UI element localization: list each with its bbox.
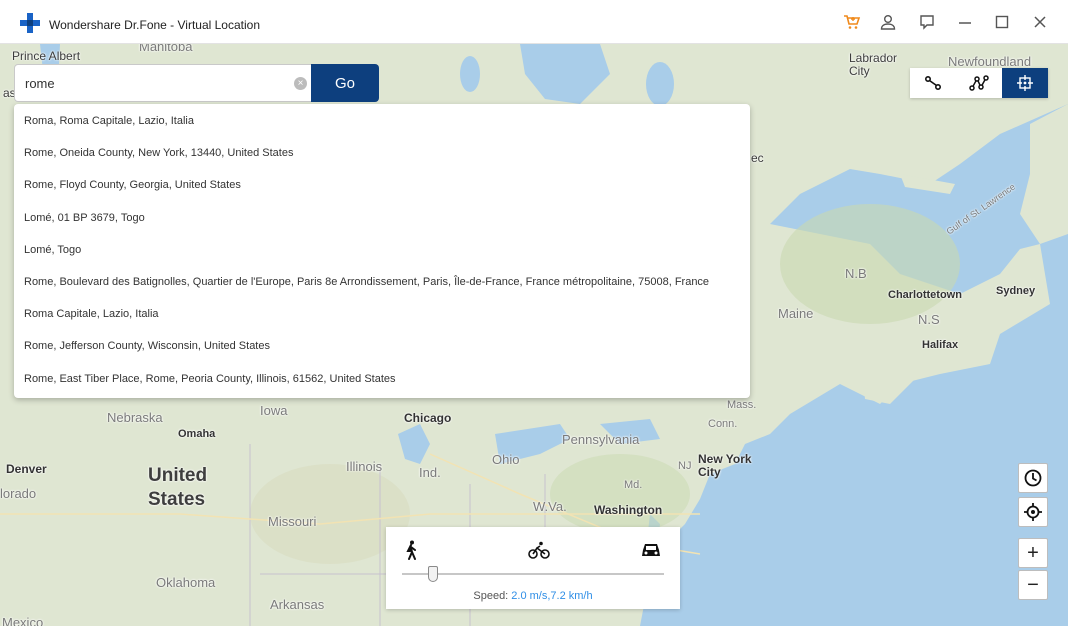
map-label-ns: N.S — [918, 312, 940, 327]
suggestion-item[interactable]: Rome, Floyd County, Georgia, United Stat… — [14, 169, 750, 201]
close-icon[interactable] — [1030, 12, 1050, 32]
suggestion-item[interactable]: Rome, East Tiber Place, Rome, Peoria Cou… — [14, 363, 750, 395]
map-label-oklahoma: Oklahoma — [156, 575, 216, 590]
map-label-united-states: United States — [148, 465, 208, 510]
map-label-ind: Ind. — [419, 465, 441, 480]
map-label-colorado: lorado — [0, 486, 37, 501]
clear-search-icon[interactable]: × — [294, 77, 307, 90]
map-label-mexico: Mexico — [2, 615, 44, 626]
map-label-prince-albert: Prince Albert — [12, 49, 81, 63]
speed-slider-track[interactable] — [402, 573, 664, 575]
speed-panel: Speed: 2.0 m/s,7.2 km/h — [386, 527, 680, 609]
drfone-logo-icon — [20, 13, 40, 33]
map-label-wva: W.Va. — [533, 499, 567, 514]
title-bar: Wondershare Dr.Fone - Virtual Location — [0, 0, 1068, 44]
map-label-labrador-city: Labrador City — [849, 51, 898, 78]
minimize-icon[interactable] — [955, 12, 975, 32]
map-label-missouri: Missouri — [268, 514, 317, 529]
suggestion-item[interactable]: Lomé, 01 BP 3679, Togo — [14, 202, 750, 234]
suggestion-item[interactable]: Rome, Oneida County, New York, 13440, Un… — [14, 137, 750, 169]
map-label-nj: NJ — [678, 460, 692, 472]
speed-value: 2.0 m/s,7.2 km/h — [511, 590, 593, 602]
zoom-out-button[interactable]: − — [1018, 570, 1048, 600]
map-label-nb: N.B — [845, 266, 867, 281]
search-box: × — [14, 64, 312, 102]
feedback-icon[interactable] — [917, 12, 937, 32]
map-label-manitoba: Manitoba — [139, 44, 193, 54]
map-label-charlottetown: Charlottetown — [888, 289, 962, 301]
speed-readout: Speed: 2.0 m/s,7.2 km/h — [386, 590, 680, 602]
multi-stop-mode-icon[interactable] — [956, 68, 1002, 98]
map-label-arkansas: Arkansas — [270, 597, 325, 612]
map-label-sydney: Sydney — [996, 285, 1036, 297]
map-label-ohio: Ohio — [492, 452, 520, 467]
map-label-mass: Mass. — [727, 399, 757, 411]
car-icon[interactable] — [640, 541, 662, 564]
history-icon[interactable] — [1018, 463, 1048, 493]
locate-me-icon[interactable] — [1018, 497, 1048, 527]
bike-icon[interactable] — [528, 541, 550, 564]
window-title: Wondershare Dr.Fone - Virtual Location — [49, 18, 261, 32]
map-label-iowa: Iowa — [260, 403, 288, 418]
walk-icon[interactable] — [403, 540, 419, 565]
search-input[interactable] — [25, 75, 285, 91]
two-stop-mode-icon[interactable] — [910, 68, 956, 98]
cart-icon[interactable] — [842, 12, 862, 32]
speed-label: Speed: — [473, 590, 512, 602]
map-label-maine: Maine — [778, 306, 814, 321]
suggestion-item[interactable]: Roma Capitale, Lazio, Italia — [14, 298, 750, 330]
map-label-omaha: Omaha — [178, 428, 216, 440]
map-label-chicago: Chicago — [404, 411, 452, 425]
map-label-new-york-city: New York City — [698, 452, 752, 479]
suggestion-item[interactable]: Roma, Roma Capitale, Lazio, Italia — [14, 105, 750, 137]
maximize-icon[interactable] — [992, 12, 1012, 32]
map-label-nebraska: Nebraska — [107, 410, 163, 425]
map-label-ec: ec — [751, 151, 764, 165]
suggestion-item[interactable]: Rome, Jefferson County, Wisconsin, Unite… — [14, 330, 750, 362]
map-label-pennsylvania: Pennsylvania — [562, 432, 640, 447]
user-icon[interactable] — [878, 12, 898, 32]
speed-slider-handle[interactable] — [428, 566, 439, 582]
map-label-halifax: Halifax — [922, 339, 959, 351]
map-label-conn: Conn. — [708, 418, 738, 430]
suggestion-item[interactable]: Rome, Boulevard des Batignolles, Quartie… — [14, 266, 750, 298]
zoom-in-button[interactable]: + — [1018, 538, 1048, 568]
map-label-denver: Denver — [6, 462, 47, 476]
teleport-mode-icon[interactable] — [1002, 68, 1048, 98]
map-label-illinois: Illinois — [346, 459, 383, 474]
map-label-washington: Washington — [594, 503, 663, 517]
route-mode-group — [910, 68, 1048, 98]
search-suggestions: Roma, Roma Capitale, Lazio, Italia Rome,… — [14, 104, 750, 398]
map-label-md: Md. — [624, 479, 643, 491]
go-button[interactable]: Go — [311, 64, 379, 102]
suggestion-item[interactable]: Lomé, Togo — [14, 234, 750, 266]
map-label-newfoundland: Newfoundland — [948, 54, 1032, 69]
